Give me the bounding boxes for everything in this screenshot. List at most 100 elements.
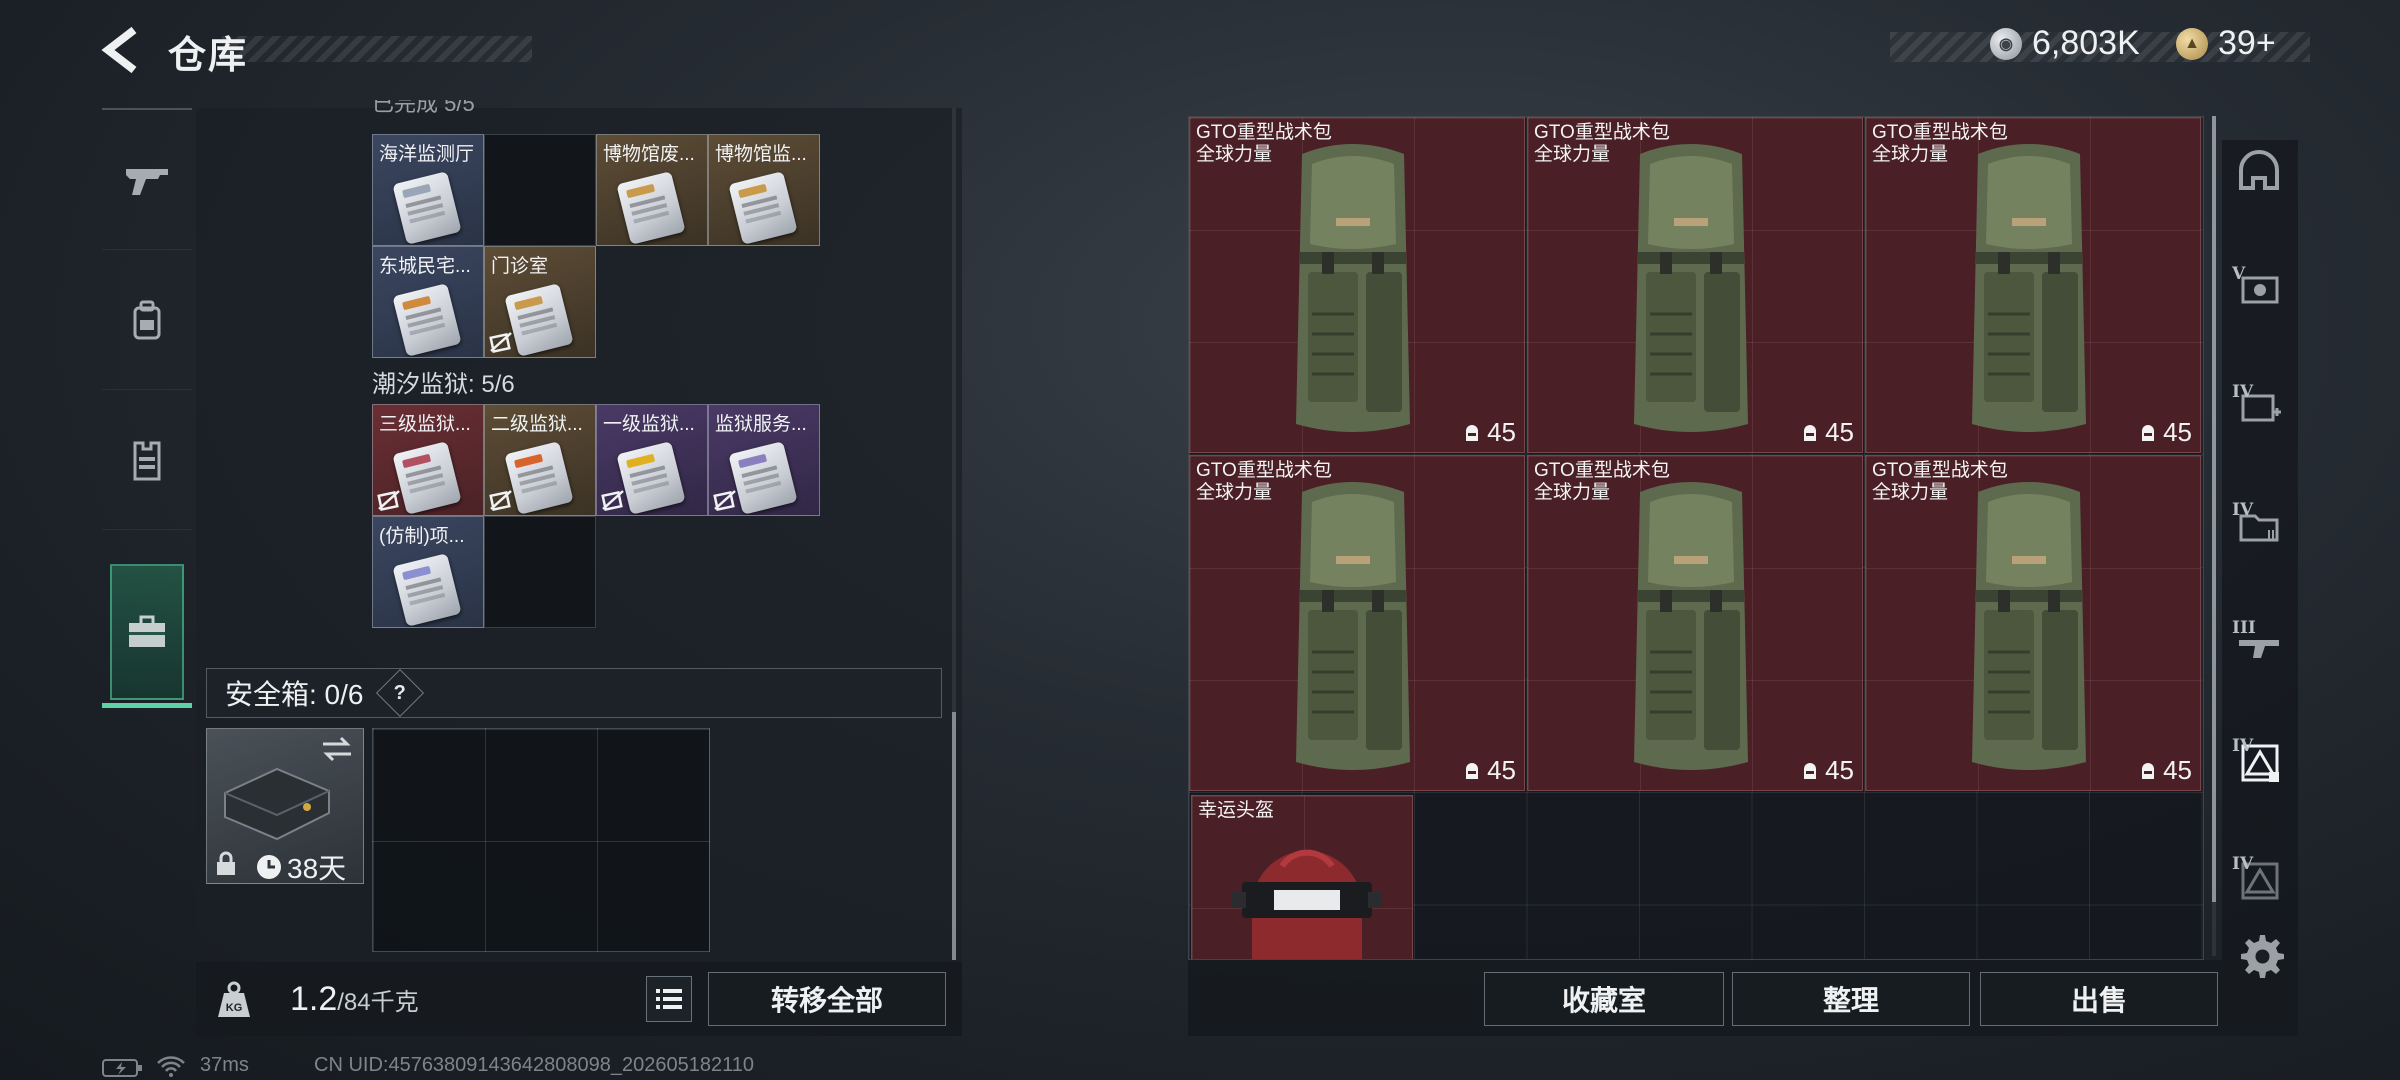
warehouse-page-tab[interactable]: IV (2222, 708, 2298, 818)
empty-slot[interactable] (484, 134, 596, 246)
transfer-all-button[interactable]: 转移全部 (708, 972, 946, 1026)
keycard-item[interactable]: (仿制)项... (372, 516, 484, 628)
backpack-name: GTO重型战术包 全球力量 (1196, 460, 1332, 504)
warehouse-page-tab[interactable]: III (2222, 590, 2298, 700)
gold-coin-icon: ▲ (2176, 27, 2208, 60)
tactical-backpack-icon (1634, 144, 1748, 432)
backpack-item[interactable]: GTO重型战术包 全球力量 45 (1527, 455, 1863, 791)
vest-icon (133, 441, 161, 480)
weight-icon: KG (212, 978, 256, 1022)
settings-button[interactable] (2222, 918, 2298, 990)
backpack-item[interactable]: GTO重型战术包 全球力量 45 (1527, 117, 1863, 453)
durability-value: 45 (1487, 417, 1516, 447)
tier-label: V (2232, 264, 2246, 284)
empty-slot[interactable] (484, 516, 596, 628)
keycard-item[interactable]: 门诊室 (484, 246, 596, 358)
tactical-backpack-icon (1296, 144, 1410, 432)
backpack-name: GTO重型战术包 全球力量 (1534, 122, 1670, 166)
keycard-icon (504, 441, 574, 515)
durability-badge: 45 (2139, 755, 2192, 786)
keycard-item[interactable]: 博物馆监... (708, 134, 820, 246)
group-label-tidal-prison: 潮汐监狱: 5/6 (372, 371, 515, 398)
no-trade-icon (489, 490, 512, 511)
safe-box-grid[interactable] (372, 728, 710, 952)
tactical-backpack-icon (1972, 482, 2086, 770)
helmet-icon (2239, 150, 2279, 190)
safe-timer-text: 38天 (287, 853, 347, 884)
warehouse-page-tab[interactable] (2222, 118, 2298, 228)
silver-currency[interactable]: ◉ 6,803K (1990, 24, 2140, 63)
category-backpacks[interactable] (102, 250, 192, 390)
backpack-title: GTO重型战术包 (1196, 122, 1332, 143)
no-trade-icon (377, 490, 400, 511)
sort-button[interactable]: 整理 (1732, 972, 1970, 1026)
gold-amount: 39+ (2218, 24, 2276, 62)
keycard-icon (728, 441, 798, 515)
collection-room-button[interactable]: 收藏室 (1484, 972, 1724, 1026)
durability-value: 45 (2163, 417, 2192, 447)
warehouse-page-tab[interactable]: IV (2222, 472, 2298, 582)
left-scrollbar-thumb[interactable] (952, 712, 956, 960)
tactical-backpack-icon (1296, 482, 1410, 770)
list-icon (656, 989, 682, 1009)
keycard-icon (392, 283, 462, 357)
safe-box-item[interactable]: 38天 (206, 728, 364, 884)
backpack-title: GTO重型战术包 (1872, 460, 2008, 481)
keycard-item[interactable]: 监狱服务... (708, 404, 820, 516)
help-button[interactable]: ? (376, 668, 425, 718)
back-button[interactable] (98, 22, 146, 78)
category-collectibles[interactable] (102, 564, 192, 708)
keycard-icon (616, 171, 686, 245)
ping-text: 37ms (200, 1054, 249, 1076)
safe-timer: 38天 (255, 847, 346, 887)
red-helmet-icon (1232, 849, 1382, 959)
keycard-item[interactable]: 一级监狱... (596, 404, 708, 516)
warehouse-page-tab[interactable]: V (2222, 236, 2298, 346)
silver-amount: 6,803K (2032, 24, 2140, 62)
backpack-icon (133, 300, 161, 339)
durability-badge: 45 (1801, 755, 1854, 786)
tier-label: IV (2232, 854, 2254, 874)
helmet-name: 幸运头盔 (1198, 800, 1275, 821)
durability-icon (1804, 424, 1817, 441)
backpack-title: GTO重型战术包 (1534, 460, 1670, 481)
backpack-faction: 全球力量 (1534, 482, 1611, 503)
no-trade-icon (713, 490, 736, 511)
backpack-item[interactable]: GTO重型战术包 全球力量 45 (1189, 455, 1525, 791)
backpack-item[interactable]: GTO重型战术包 全球力量 45 (1189, 117, 1525, 453)
backpack-name: GTO重型战术包 全球力量 (1534, 460, 1670, 504)
no-trade-icon (489, 332, 512, 353)
keycard-name: (仿制)项... (379, 526, 465, 547)
list-view-button[interactable] (646, 976, 692, 1022)
keycard-item[interactable]: 东城民宅... (372, 246, 484, 358)
page-title: 仓库 (168, 35, 249, 77)
safe-box-label: 安全箱: 0/6 (225, 679, 364, 710)
keycard-name: 博物馆废... (603, 144, 695, 165)
weight-display: 1.2/84千克 (290, 980, 419, 1019)
durability-icon (1466, 762, 1479, 779)
wifi-icon (157, 1056, 185, 1077)
clock-icon (257, 855, 281, 879)
swap-icon[interactable] (319, 735, 355, 763)
helmet-item[interactable]: 幸运头盔 (1191, 795, 1413, 959)
sell-button[interactable]: 出售 (1980, 972, 2218, 1026)
durability-icon (2142, 762, 2155, 779)
right-scrollbar-thumb[interactable] (2212, 116, 2216, 902)
keycard-item[interactable]: 博物馆废... (596, 134, 708, 246)
keycard-name: 监狱服务... (715, 414, 807, 435)
category-armor[interactable] (102, 390, 192, 530)
keycard-item[interactable]: 三级监狱... (372, 404, 484, 516)
warehouse-page-tab[interactable]: IV (2222, 354, 2298, 464)
backpack-faction: 全球力量 (1872, 482, 1949, 503)
backpack-item[interactable]: GTO重型战术包 全球力量 45 (1865, 117, 2201, 453)
keycard-item[interactable]: 海洋监测厅 (372, 134, 484, 246)
backpack-item[interactable]: GTO重型战术包 全球力量 45 (1865, 455, 2201, 791)
gold-currency[interactable]: ▲ 39+ (2176, 24, 2276, 63)
durability-value: 45 (1487, 755, 1516, 785)
keycard-name: 一级监狱... (603, 414, 695, 435)
keycard-item[interactable]: 二级监狱... (484, 404, 596, 516)
lock-icon (217, 851, 235, 875)
keycard-name: 东城民宅... (379, 256, 471, 277)
backpack-title: GTO重型战术包 (1534, 122, 1670, 143)
category-weapons[interactable] (102, 110, 192, 250)
